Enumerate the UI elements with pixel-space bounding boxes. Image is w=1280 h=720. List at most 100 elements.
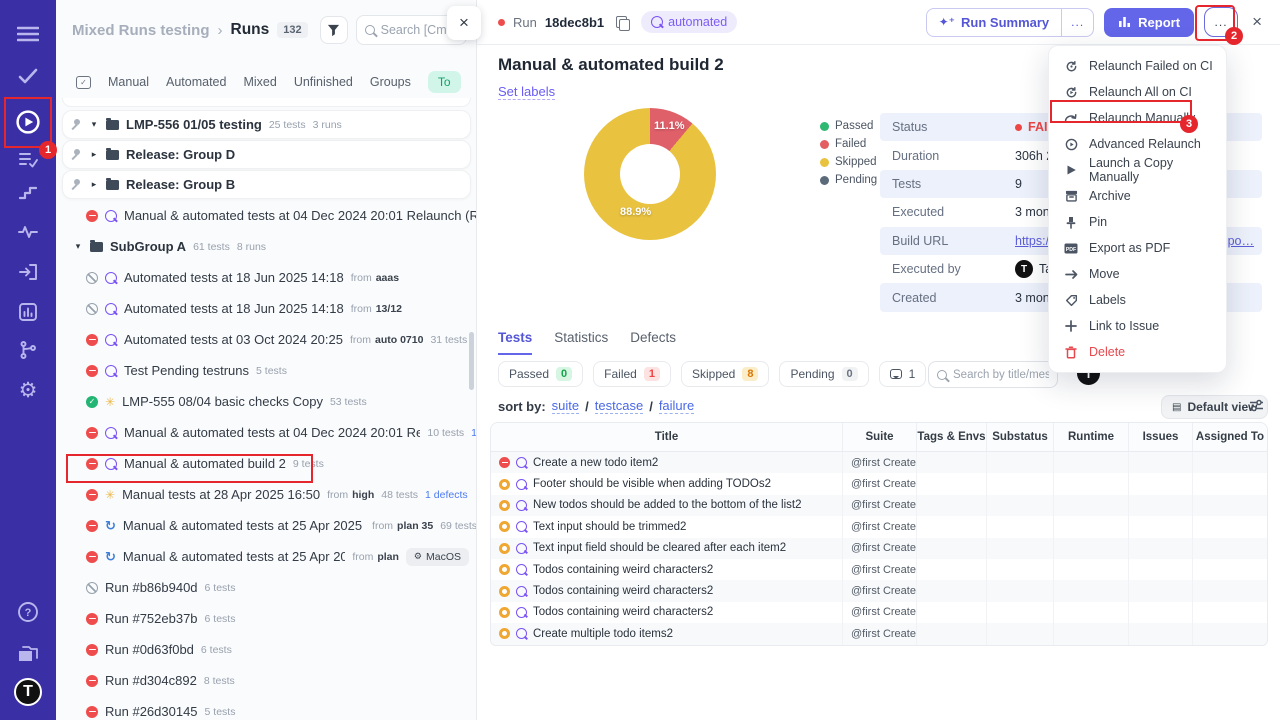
tab-statistics[interactable]: Statistics bbox=[554, 330, 608, 355]
menu-launch-copy-manually[interactable]: Launch a Copy Manually bbox=[1049, 157, 1226, 183]
run-row[interactable]: ✓ ✳ LMP-555 08/04 basic checks Copy 53 t… bbox=[56, 386, 477, 417]
check-icon[interactable] bbox=[0, 58, 56, 94]
menu-labels[interactable]: Labels bbox=[1049, 287, 1226, 313]
group-row[interactable]: ▾ LMP-556 01/05 testing 25 tests 3 runs bbox=[62, 110, 471, 139]
test-row[interactable]: New todos should be added to the bottom … bbox=[491, 495, 1267, 516]
help-icon[interactable]: ? bbox=[0, 594, 56, 630]
tab-unfinished[interactable]: Unfinished bbox=[294, 75, 353, 89]
defects-count[interactable]: 1 defects bbox=[425, 489, 468, 501]
tab-mixed[interactable]: Mixed bbox=[243, 75, 276, 89]
projects-folder-icon[interactable] bbox=[0, 636, 56, 672]
filter-button[interactable] bbox=[320, 16, 348, 44]
run-row[interactable]: Automated tests at 03 Oct 2024 20:25 fro… bbox=[56, 324, 477, 355]
menu-export-pdf[interactable]: PDF Export as PDF bbox=[1049, 235, 1226, 261]
col-assigned-to[interactable]: Assigned To bbox=[1193, 423, 1267, 451]
run-row[interactable]: Manual & automated tests at 04 Dec 2024 … bbox=[56, 200, 477, 231]
chevron-right-icon[interactable]: ▸ bbox=[89, 149, 99, 160]
import-icon[interactable] bbox=[0, 254, 56, 290]
settings-gear-icon[interactable]: ⚙ bbox=[0, 372, 56, 408]
test-row[interactable]: Todos containing weird characters2 @firs… bbox=[491, 602, 1267, 623]
run-row[interactable]: Automated tests at 18 Jun 2025 14:18 fro… bbox=[56, 293, 477, 324]
chevron-down-icon[interactable]: ▾ bbox=[89, 119, 99, 130]
pin-icon[interactable] bbox=[71, 119, 82, 130]
test-row[interactable]: Create a new todo item2 @first Create ..… bbox=[491, 452, 1267, 473]
test-row[interactable]: Text input should be trimmed2 @first Cre… bbox=[491, 516, 1267, 537]
col-title[interactable]: Title bbox=[491, 423, 843, 451]
sort-by-failure[interactable]: failure bbox=[659, 398, 694, 414]
tab-tests[interactable]: Tests bbox=[498, 330, 532, 355]
chevron-down-icon[interactable]: ▾ bbox=[73, 241, 83, 252]
breadcrumb-project[interactable]: Mixed Runs testing bbox=[72, 22, 210, 39]
menu-relaunch-all-ci[interactable]: Relaunch All on CI bbox=[1049, 79, 1226, 105]
sort-by-testcase[interactable]: testcase bbox=[595, 398, 643, 414]
chevron-right-icon[interactable]: ▸ bbox=[89, 179, 99, 190]
pulse-icon[interactable] bbox=[0, 214, 56, 250]
close-run-detail-icon[interactable]: × bbox=[1252, 12, 1262, 32]
run-row[interactable]: ↻ Manual & automated tests at 25 Apr 202… bbox=[56, 510, 477, 541]
tab-defects[interactable]: Defects bbox=[630, 330, 676, 355]
test-row[interactable]: Todos containing weird characters2 @firs… bbox=[491, 559, 1267, 580]
sort-by-suite[interactable]: suite bbox=[552, 398, 579, 414]
run-summary-button[interactable]: ✦⁺Run Summary ... bbox=[926, 8, 1095, 37]
menu-move[interactable]: Move bbox=[1049, 261, 1226, 287]
build-url-link-tail[interactable]: po… bbox=[1228, 234, 1254, 248]
menu-link-to-issue[interactable]: Link to Issue bbox=[1049, 313, 1226, 339]
build-url-link[interactable]: https:// bbox=[1015, 234, 1053, 248]
subgroup-row[interactable]: ▾ SubGroup A 61 tests 8 runs bbox=[56, 231, 477, 262]
defects-count[interactable]: 1 bbox=[471, 427, 477, 439]
hamburger-menu-icon[interactable] bbox=[0, 16, 56, 52]
pin-icon[interactable] bbox=[71, 179, 82, 190]
panel-close-button[interactable]: × bbox=[447, 6, 481, 40]
col-substatus[interactable]: Substatus bbox=[987, 423, 1054, 451]
column-settings-icon[interactable] bbox=[1249, 399, 1264, 417]
pending-filter-pill[interactable]: Pending0 bbox=[779, 361, 868, 387]
failed-filter-pill[interactable]: Failed1 bbox=[593, 361, 671, 387]
report-button[interactable]: Report bbox=[1104, 8, 1194, 37]
group-row[interactable]: ▸ Release: Group B bbox=[62, 170, 471, 199]
menu-pin[interactable]: Pin bbox=[1049, 209, 1226, 235]
select-all-icon[interactable]: ✓ bbox=[76, 76, 91, 89]
menu-advanced-relaunch[interactable]: Advanced Relaunch bbox=[1049, 131, 1226, 157]
run-row[interactable]: Run #26d30145 5 tests bbox=[56, 696, 477, 720]
panel-scrollbar[interactable] bbox=[469, 332, 474, 390]
copy-icon[interactable] bbox=[616, 16, 627, 29]
bar-chart-icon[interactable] bbox=[0, 294, 56, 330]
runs-play-icon[interactable] bbox=[0, 104, 56, 140]
run-row[interactable]: ✳ Manual tests at 28 Apr 2025 16:50 from… bbox=[56, 479, 477, 510]
menu-relaunch-failed-ci[interactable]: Relaunch Failed on CI bbox=[1049, 53, 1226, 79]
menu-relaunch-manually[interactable]: Relaunch Manually bbox=[1049, 105, 1226, 131]
run-row[interactable]: Run #752eb37b 6 tests bbox=[56, 603, 477, 634]
menu-archive[interactable]: Archive bbox=[1049, 183, 1226, 209]
run-row-selected[interactable]: Manual & automated build 2 9 tests bbox=[56, 448, 477, 479]
tab-today[interactable]: To bbox=[428, 71, 461, 93]
menu-delete[interactable]: Delete bbox=[1049, 339, 1226, 365]
run-row[interactable]: Run #0d63f0bd 6 tests bbox=[56, 634, 477, 665]
comments-filter-pill[interactable]: 1 bbox=[879, 361, 927, 387]
set-labels-link[interactable]: Set labels bbox=[498, 84, 555, 100]
tab-automated[interactable]: Automated bbox=[166, 75, 226, 89]
col-suite[interactable]: Suite bbox=[843, 423, 917, 451]
pin-icon[interactable] bbox=[71, 149, 82, 160]
test-row[interactable]: Todos containing weird characters2 @firs… bbox=[491, 580, 1267, 601]
automated-badge[interactable]: automated bbox=[641, 11, 737, 33]
run-summary-main[interactable]: ✦⁺Run Summary bbox=[927, 9, 1062, 36]
tab-manual[interactable]: Manual bbox=[108, 75, 149, 89]
tab-groups[interactable]: Groups bbox=[370, 75, 411, 89]
app-logo[interactable]: T bbox=[0, 674, 56, 710]
skipped-filter-pill[interactable]: Skipped8 bbox=[681, 361, 770, 387]
test-row[interactable]: Text input field should be cleared after… bbox=[491, 538, 1267, 559]
run-row[interactable]: Manual & automated tests at 04 Dec 2024 … bbox=[56, 417, 477, 448]
col-issues[interactable]: Issues bbox=[1129, 423, 1193, 451]
run-row[interactable]: ↻ Manual & automated tests at 25 Apr 202… bbox=[56, 541, 477, 572]
run-row[interactable]: Run #d304c892 8 tests bbox=[56, 665, 477, 696]
run-summary-more[interactable]: ... bbox=[1061, 9, 1093, 36]
run-row[interactable]: Run #b86b940d 6 tests bbox=[56, 572, 477, 603]
group-row[interactable]: ▸ Release: Group D bbox=[62, 140, 471, 169]
run-row[interactable]: Test Pending testruns 5 tests bbox=[56, 355, 477, 386]
test-row[interactable]: Footer should be visible when adding TOD… bbox=[491, 473, 1267, 494]
col-tags-envs[interactable]: Tags & Envs bbox=[917, 423, 987, 451]
branch-icon[interactable] bbox=[0, 332, 56, 368]
tests-search-input[interactable] bbox=[953, 369, 1049, 381]
steps-icon[interactable] bbox=[0, 174, 56, 210]
run-row[interactable]: Automated tests at 18 Jun 2025 14:18 fro… bbox=[56, 262, 477, 293]
